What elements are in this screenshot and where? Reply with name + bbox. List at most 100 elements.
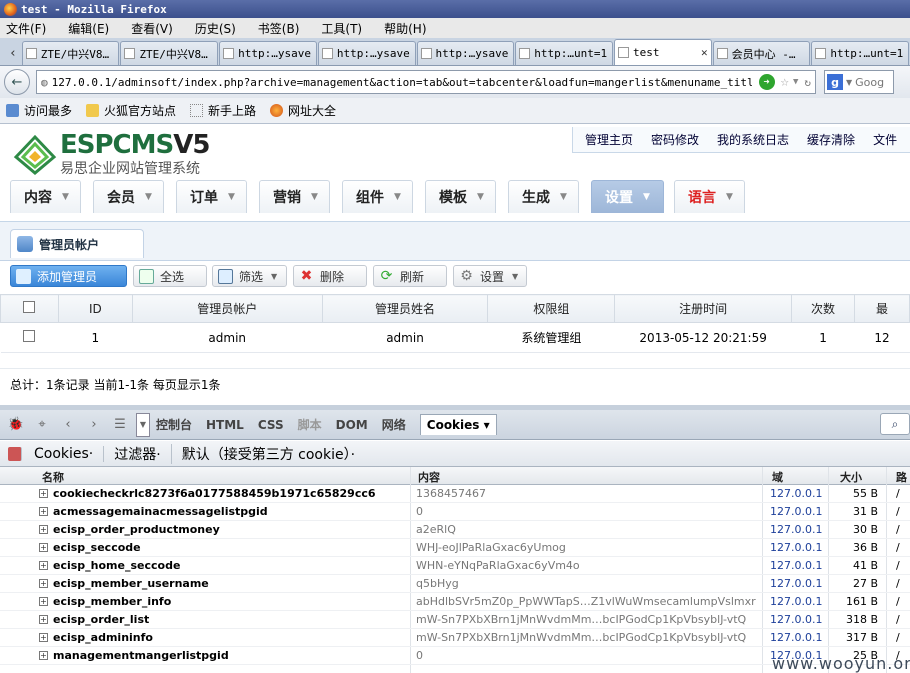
column-domain[interactable]: 域	[772, 469, 783, 485]
nav-settings[interactable]: 设置 ▼	[591, 180, 664, 213]
bookmark-star-icon[interactable]: ☆	[781, 74, 789, 90]
reload-icon[interactable]: ↻	[804, 76, 811, 89]
cookie-row[interactable]: + acmessagemainacmessagelistpgid 0 127.0.0.…	[0, 503, 910, 521]
nav-templates[interactable]: 模板 ▼	[425, 180, 496, 213]
add-admin-button[interactable]: 添加管理员	[10, 265, 127, 287]
subtab-admin-accounts[interactable]: 管理员帐户	[10, 229, 144, 258]
expand-icon[interactable]: +	[39, 651, 48, 660]
browser-tab[interactable]: http:…ysave	[416, 41, 515, 65]
expand-icon[interactable]: +	[39, 507, 48, 516]
column-header[interactable]: 管理员姓名	[321, 294, 489, 323]
column-size[interactable]: 大小	[840, 469, 862, 485]
tab-cookies[interactable]: Cookies ▾	[419, 414, 497, 435]
expand-icon[interactable]: +	[39, 615, 48, 624]
browser-tab[interactable]: http:…ysave	[317, 41, 416, 65]
nav-language[interactable]: 语言 ▼	[674, 180, 745, 213]
expand-icon[interactable]: +	[39, 579, 48, 588]
back-arrow-icon[interactable]: ←	[4, 69, 30, 95]
bookmark-item[interactable]: 访问最多	[6, 102, 72, 119]
bookmark-item[interactable]: 新手上路	[190, 102, 256, 119]
tab-script[interactable]: 脚本	[298, 416, 322, 433]
tab-scroll-left-icon[interactable]: ‹	[4, 41, 22, 65]
default-policy-menu[interactable]: 默认（接受第三方 cookie）·	[182, 444, 365, 464]
dropdown-icon[interactable]: ▼	[846, 78, 852, 87]
cookie-row[interactable]: + ecisp_order_productmoney a2eRlQ 127.0.0.1…	[0, 521, 910, 539]
delete-button[interactable]: ✖ 删除	[293, 265, 367, 287]
tab-console[interactable]: 控制台	[156, 416, 192, 433]
browser-tab[interactable]: 会员中心 -…	[712, 41, 811, 65]
select-all-button[interactable]: 全选	[133, 265, 207, 287]
close-tab-icon[interactable]: ✕	[701, 46, 708, 59]
browser-tab-active[interactable]: test ✕	[613, 39, 712, 65]
tab-html[interactable]: HTML	[206, 418, 244, 432]
column-header[interactable]: 注册时间	[614, 294, 793, 323]
nav-content[interactable]: 内容 ▼	[10, 180, 81, 213]
column-value[interactable]: 内容	[418, 469, 440, 485]
bookmark-item[interactable]: 火狐官方站点	[86, 102, 176, 119]
forward-icon[interactable]: ›	[84, 416, 104, 434]
column-header[interactable]: ID	[57, 294, 133, 323]
refresh-button[interactable]: ⟳ 刷新	[373, 265, 447, 287]
cookies-menu[interactable]: Cookies·	[34, 445, 105, 462]
expand-icon[interactable]: +	[39, 489, 48, 498]
menu-view[interactable]: 查看(V)	[131, 20, 173, 37]
dropdown-icon[interactable]: ▼	[793, 77, 798, 87]
menu-help[interactable]: 帮助(H)	[384, 20, 426, 37]
bookmark-item[interactable]: 网址大全	[270, 102, 336, 119]
settings-button[interactable]: ⚙ 设置 ▼	[453, 265, 527, 287]
nav-generate[interactable]: 生成 ▼	[508, 180, 579, 213]
search-box[interactable]: g ▼ Goog	[824, 70, 894, 94]
expand-icon[interactable]: +	[39, 525, 48, 534]
search-icon[interactable]: ⌕	[880, 413, 910, 435]
expand-icon[interactable]: +	[39, 597, 48, 606]
column-path[interactable]: 路	[896, 469, 907, 485]
browser-tab[interactable]: ZTE/中兴V8…	[120, 41, 219, 65]
filter-button[interactable]: 筛选 ▼	[212, 265, 287, 287]
column-header[interactable]: 最	[853, 294, 910, 323]
nav-marketing[interactable]: 营销 ▼	[259, 180, 330, 213]
link-change-password[interactable]: 密码修改	[651, 131, 699, 148]
expand-icon[interactable]: +	[39, 633, 48, 642]
cookie-row[interactable]: + ecisp_member_username q5bHyg 127.0.0.1 27 …	[0, 575, 910, 593]
menu-history[interactable]: 历史(S)	[195, 20, 236, 37]
dropdown-icon[interactable]: ▼	[136, 412, 150, 437]
firebug-bug-icon[interactable]: 🐞	[6, 416, 26, 434]
select-all-checkbox[interactable]	[23, 301, 36, 313]
cookie-row[interactable]: + ecisp_order_list mW-Sn7PXbXBrn1jMnWvdmMm…	[0, 611, 910, 629]
menu-edit[interactable]: 编辑(E)	[68, 20, 109, 37]
row-checkbox[interactable]	[23, 330, 36, 342]
expand-icon[interactable]: +	[39, 543, 48, 552]
link-admin-home[interactable]: 管理主页	[585, 131, 633, 148]
link-files[interactable]: 文件	[873, 131, 897, 148]
go-icon[interactable]: ➜	[758, 74, 775, 90]
link-clear-cache[interactable]: 缓存清除	[807, 131, 855, 148]
tab-dom[interactable]: DOM	[336, 418, 368, 432]
nav-member[interactable]: 会员 ▼	[93, 180, 164, 213]
cookie-row[interactable]: + ecisp_admininfo mW-Sn7PXbXBrn1jMnWvdmMm……	[0, 629, 910, 647]
address-bar[interactable]: ◍ 127.0.0.1/adminsoft/index.php?archive=…	[36, 70, 816, 94]
cookie-row[interactable]: + ecisp_member_info abHdlbSVr5mZ0p_PpWWTap…	[0, 593, 910, 611]
cookie-row[interactable]: + ecisp_home_seccode WHN-eYNqPaRlaGxac6yVm…	[0, 557, 910, 575]
link-system-log[interactable]: 我的系统日志	[717, 131, 789, 148]
browser-tab[interactable]: ZTE/中兴V8…	[21, 41, 120, 65]
column-name[interactable]: 名称	[42, 469, 64, 485]
filter-menu[interactable]: 过滤器·	[114, 443, 172, 464]
menu-tools[interactable]: 工具(T)	[321, 20, 362, 37]
menu-bookmarks[interactable]: 书签(B)	[258, 20, 300, 37]
menu-list-icon[interactable]: ☰	[110, 416, 130, 434]
browser-tab[interactable]: http:…ysave	[219, 41, 317, 65]
menu-file[interactable]: 文件(F)	[6, 20, 46, 37]
back-icon[interactable]: ‹	[58, 416, 78, 434]
nav-components[interactable]: 组件 ▼	[342, 180, 413, 213]
cookie-icon[interactable]	[8, 446, 22, 461]
tab-css[interactable]: CSS	[258, 418, 284, 432]
column-header[interactable]: 次数	[791, 294, 855, 323]
tab-net[interactable]: 网络	[382, 416, 406, 433]
table-row[interactable]: 1 admin admin 系统管理组 2013-05-12 20:21:59 …	[0, 322, 910, 353]
cookie-row[interactable]: + ecisp_seccode WHJ-eoJlPaRlaGxac6yUmog 127…	[0, 539, 910, 557]
column-header[interactable]: 权限组	[487, 294, 616, 323]
browser-tab[interactable]: http:…unt=1	[811, 41, 910, 65]
nav-order[interactable]: 订单 ▼	[176, 180, 247, 213]
expand-icon[interactable]: +	[39, 561, 48, 570]
cookie-row[interactable]: + cookiecheckrlc8273f6a0177588459b1971c65…	[0, 485, 910, 503]
